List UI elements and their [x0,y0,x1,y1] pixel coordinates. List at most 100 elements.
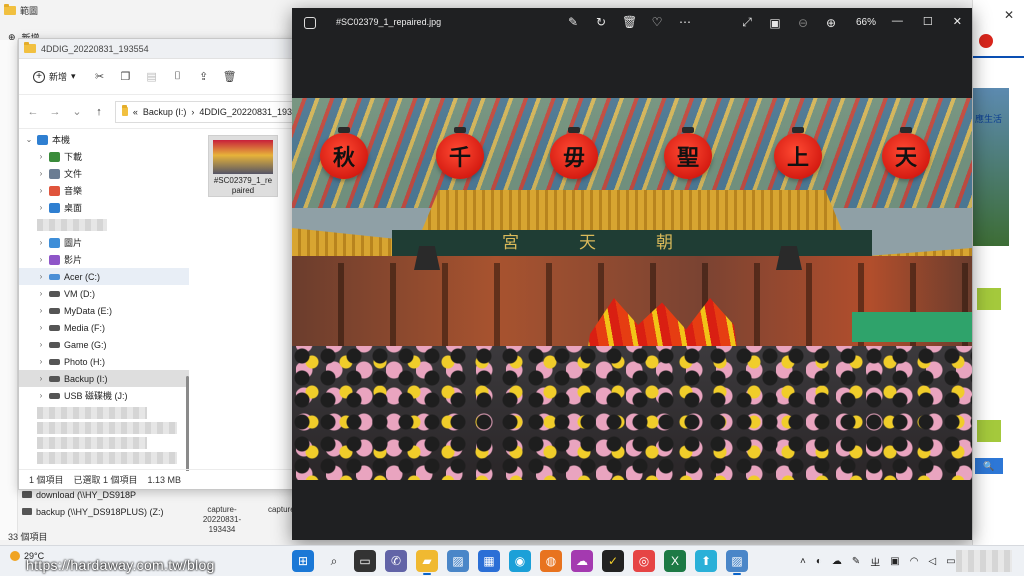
chrome-icon[interactable]: ◎ [633,550,655,572]
chevron-right-icon[interactable]: › [37,203,45,212]
lantern: 毋 [550,127,598,179]
security-tray-icon[interactable]: ◐ [816,556,822,567]
tree-item[interactable]: › MyData (E:) [19,302,189,319]
task-view-icon[interactable]: ▭ [354,550,376,572]
chevron-right-icon[interactable]: › [37,186,45,195]
photos-app-taskbar-icon[interactable]: ▨ [447,550,469,572]
ime-tray-icon[interactable]: ㄓ [870,554,880,569]
volume-icon[interactable]: ◁ [928,556,936,567]
tree-item[interactable]: › Backup (I:) [19,370,189,387]
app-tray-icon[interactable]: ▣ [890,556,899,567]
start-windows-icon[interactable]: ⊞ [292,550,314,572]
chevron-right-icon[interactable]: › [37,255,45,264]
battery-icon[interactable]: ▭ [946,556,955,567]
delete-icon[interactable]: 🗑 [223,71,237,83]
more-options-icon[interactable]: ⋯ [678,15,692,29]
rename-icon[interactable]: ⌷ [172,70,184,83]
chevron-down-icon[interactable]: ⌄ [25,135,33,144]
maximize-icon[interactable]: ☐ [923,15,933,28]
tree-item-this-pc[interactable]: ⌄ 本機 [19,131,189,148]
browser-close-icon[interactable]: ✕ [1004,8,1014,22]
zoom-in-icon[interactable]: ⊕ [824,16,838,30]
favorite-heart-icon[interactable]: ♡ [650,15,664,29]
close-icon[interactable]: ✕ [953,15,962,28]
cut-icon[interactable]: ✂ [94,71,106,83]
lantern: 千 [436,127,484,179]
paste-icon[interactable]: ▤ [146,71,158,83]
drive-icon [49,358,60,365]
tree-item[interactable]: › Photo (H:) [19,353,189,370]
tree-item[interactable]: › USB 磁碟機 (J:) [19,387,189,404]
share-icon[interactable]: ⇪ [198,71,210,83]
tree-item[interactable]: › Media (F:) [19,319,189,336]
search-icon[interactable]: ⌕ [323,550,345,572]
forward-arrow-icon[interactable]: → [49,106,61,118]
firefox-icon[interactable]: ◍ [540,550,562,572]
recovery-app-icon[interactable]: ⬆ [695,550,717,572]
store-icon[interactable]: ▦ [478,550,500,572]
address-bar[interactable]: « Backup (I:) › 4DDIG_20220831_193554 [115,100,307,123]
chevron-right-icon[interactable]: › [37,340,45,349]
rotate-icon[interactable]: ↻ [594,15,608,29]
pen-tray-icon[interactable]: ✎ [852,556,860,567]
background-file-item[interactable]: capture-20220831-193434 [190,505,254,535]
tree-item[interactable]: › 音樂 [19,182,189,199]
tree-item[interactable]: › 圖片 [19,234,189,251]
chevron-right-icon[interactable]: › [37,272,45,281]
tree-item[interactable]: › 下載 [19,148,189,165]
file-item[interactable]: #SC02379_1_repaired [208,135,278,197]
chevron-right-icon[interactable]: › [37,238,45,247]
new-button[interactable]: + 新增 ▾ [29,67,80,86]
copy-icon[interactable]: ❐ [120,71,132,83]
viewer-window-controls: — ☐ ✕ [892,15,962,28]
actual-size-icon[interactable]: ▣ [768,16,782,30]
chevron-right-icon[interactable]: › [37,323,45,332]
network-drive-backup[interactable]: backup (\\HY_DS918PLUS) (Z:) [18,503,164,520]
chevron-up-icon[interactable]: ˄ [800,556,806,567]
cloud-app-icon[interactable]: ☁ [571,550,593,572]
breadcrumb-folder[interactable]: 4DDIG_20220831_193554 [199,107,307,117]
zoom-out-icon[interactable]: ⊖ [796,16,810,30]
tree-item[interactable]: › 桌面 [19,199,189,216]
norton-app-icon[interactable]: ✓ [602,550,624,572]
chevron-down-icon[interactable]: ⌄ [71,105,83,118]
chevron-right-icon[interactable]: › [37,306,45,315]
blurred-tree-item [37,452,177,464]
browser-search-button[interactable]: 🔍 [975,458,1003,474]
blurred-tree-item [37,437,147,449]
explorer-tab[interactable]: 4DDIG_20220831_193554 [19,39,307,59]
blurred-tree-item [37,422,177,434]
edit-image-icon[interactable]: ✎ [566,15,580,29]
tree-item[interactable]: › 影片 [19,251,189,268]
edge-icon[interactable]: ◉ [509,550,531,572]
breadcrumb-overflow-icon[interactable]: « [133,107,138,117]
cloud-tray-icon[interactable]: ☁ [832,556,842,567]
taskbar-clock-blurred[interactable] [956,550,1012,572]
chevron-right-icon[interactable]: › [37,391,45,400]
wifi-icon[interactable]: ◠ [910,556,919,567]
file-explorer-icon[interactable]: ▰ [416,550,438,575]
chat-icon[interactable]: ✆ [385,550,407,572]
chevron-right-icon[interactable]: › [37,357,45,366]
tree-item[interactable]: › Game (G:) [19,336,189,353]
photos-open-icon[interactable]: ▨ [726,550,748,575]
tree-item[interactable]: › 文件 [19,165,189,182]
chevron-right-icon[interactable]: › [37,169,45,178]
tree-item-label: 桌面 [64,203,83,213]
delete-icon[interactable]: 🗑 [622,15,637,29]
tree-item-label: USB 磁碟機 (J:) [64,391,128,401]
up-arrow-icon[interactable]: ↑ [93,106,105,118]
back-arrow-icon[interactable]: ← [27,106,39,118]
breadcrumb-root[interactable]: Backup (I:) [143,107,187,117]
chevron-right-icon[interactable]: › [37,289,45,298]
chevron-right-icon[interactable]: › [37,374,45,383]
chevron-right-icon[interactable]: › [37,152,45,161]
tree-item[interactable]: › Acer (C:) [19,268,189,285]
tree-item[interactable]: › VM (D:) [19,285,189,302]
navigation-scrollbar[interactable] [186,376,189,471]
minimize-icon[interactable]: — [892,15,903,28]
system-tray: ˄ ◐ ☁ ✎ ㄓ ▣ ◠ ◁ ▭ [800,554,956,569]
fullscreen-icon[interactable]: ⤢ [740,15,754,30]
zoom-level[interactable]: 66% [856,17,876,28]
excel-icon[interactable]: X [664,550,686,572]
